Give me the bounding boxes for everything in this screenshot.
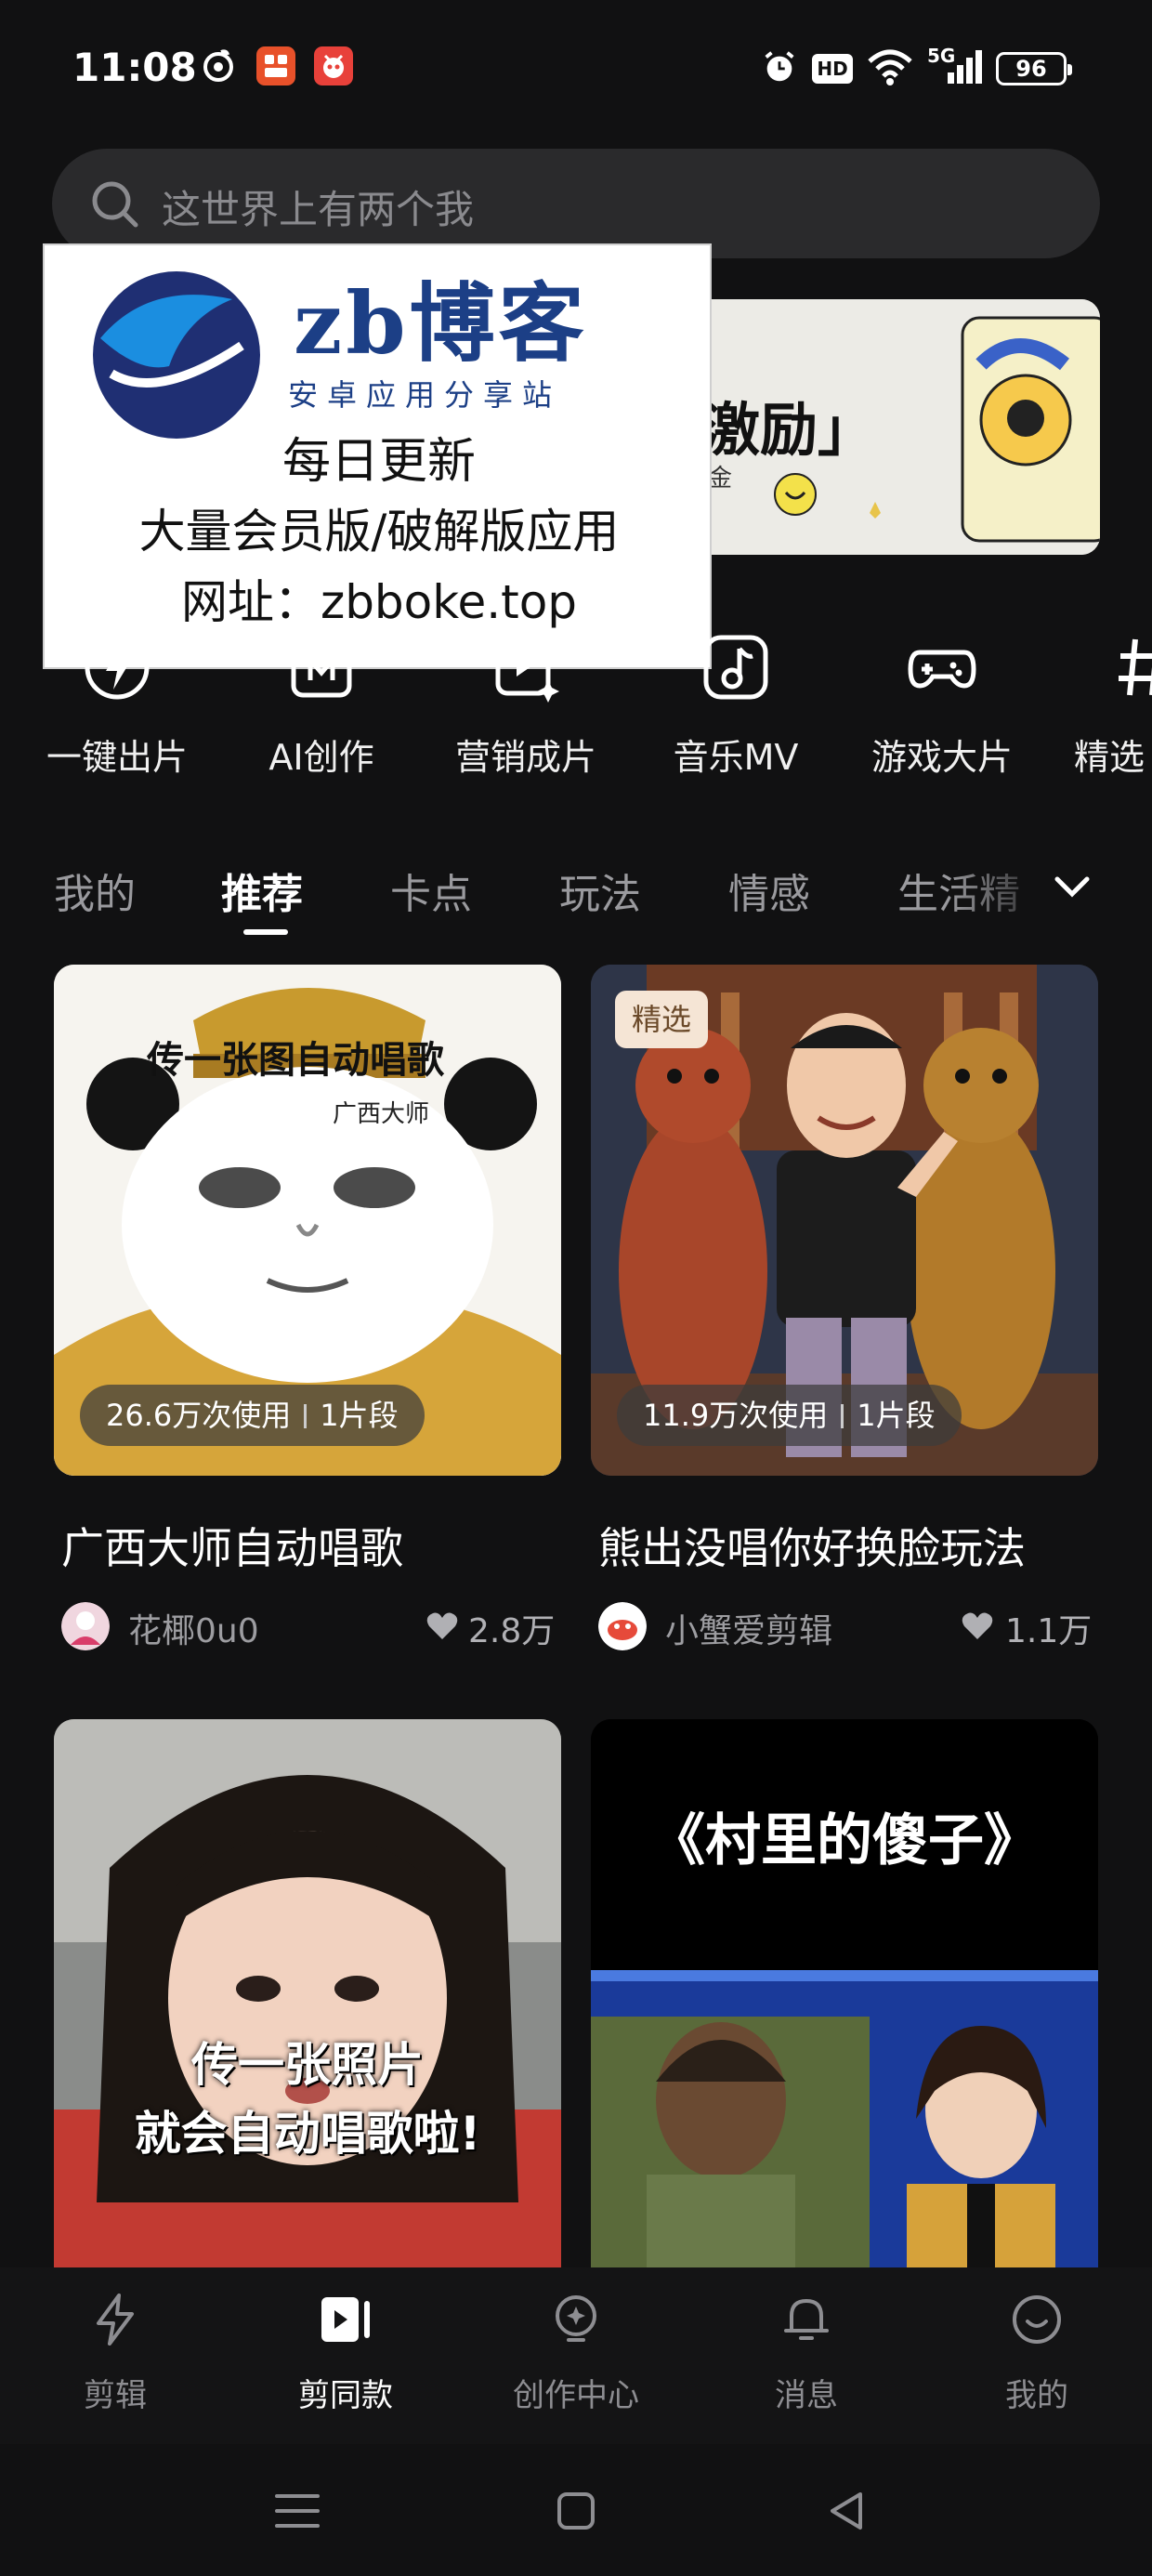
back-triangle-icon[interactable] (819, 2483, 875, 2539)
search-icon (92, 181, 138, 228)
watermark-line-2: 大量会员版/破解版应用 (138, 505, 620, 559)
watermark-tagline: 安卓应用分享站 (288, 377, 562, 413)
bottom-navigation: 剪辑 剪同款 创作中心 消息 我的 (0, 2267, 1152, 2444)
sparkle-video-icon (495, 637, 559, 703)
heart-icon[interactable] (961, 1610, 994, 1643)
watermark-overlay: zb博客 安卓应用分享站 每日更新 大量会员版/破解版应用 网址：zbboke.… (43, 243, 712, 669)
template-card-thumbnail[interactable]: 传一张图自动唱歌 广西大师 26.6万次使用 1片段 (54, 965, 561, 1476)
tab-beat-sync[interactable]: 卡点 (390, 861, 472, 920)
menu-lines-icon[interactable] (269, 2483, 325, 2539)
card-title[interactable]: 广西大师自动唱歌 (61, 1515, 403, 1576)
segment-count: 1片段 (320, 1398, 399, 1433)
bulb-icon (556, 2295, 596, 2342)
chevron-down-icon[interactable] (1050, 864, 1094, 909)
template-card-thumbnail[interactable]: 精选 11.9万次使用 1片段 (591, 965, 1098, 1476)
avatar[interactable] (598, 1602, 647, 1650)
tool-featured[interactable]: 精选 (1044, 632, 1152, 790)
tool-label: 音乐MV (673, 737, 799, 778)
tool-label: 一键出片 (46, 737, 188, 778)
featured-badge: 精选 (615, 991, 709, 1048)
tool-label: 营销成片 (454, 737, 596, 778)
nav-label: 剪同款 (298, 2377, 393, 2414)
battery-indicator: 96 (996, 52, 1072, 85)
author-name[interactable]: 花椰0u0 (128, 1604, 259, 1652)
play-template-icon (321, 2297, 370, 2342)
watermark-line-1: 每日更新 (281, 434, 476, 490)
nav-profile[interactable]: 我的 (922, 2286, 1152, 2425)
status-bar: 11:08 HD 5G 96 (0, 0, 1152, 139)
system-navigation-bar (0, 2444, 1152, 2576)
nav-label: 消息 (775, 2377, 838, 2414)
nav-messages[interactable]: 消息 (691, 2286, 922, 2425)
bell-icon (784, 2299, 829, 2340)
thumbnail-caption: 《村里的傻子》 (649, 1808, 1040, 1873)
card-title[interactable]: 熊出没唱你好换脸玩法 (598, 1515, 1026, 1576)
watermark-line-3: 网址：zbboke.top (180, 575, 578, 629)
status-time: 11:08 (72, 45, 197, 90)
usage-count: 11.9万次使用 (643, 1398, 829, 1433)
netease-music-icon (203, 49, 233, 82)
nav-creator-center[interactable]: 创作中心 (461, 2286, 691, 2425)
nav-label: 剪辑 (84, 2377, 147, 2414)
tool-one-click[interactable]: 一键出片 (15, 632, 219, 790)
author-name[interactable]: 小蟹爱剪辑 (665, 1604, 832, 1652)
nav-edit[interactable]: 剪辑 (0, 2286, 230, 2425)
gamepad-icon (908, 650, 976, 689)
usage-stats: 11.9万次使用 1片段 (617, 1385, 962, 1446)
like-count: 1.1万 (1005, 1612, 1093, 1650)
heart-icon[interactable] (425, 1610, 459, 1643)
zb-logo-icon (93, 271, 260, 439)
lightning-outline-icon (97, 2293, 134, 2346)
nav-label: 创作中心 (513, 2377, 639, 2414)
search-placeholder: 这世界上有两个我 (162, 187, 475, 232)
home-square-icon[interactable] (548, 2483, 604, 2539)
signal-bars-icon (948, 50, 982, 84)
usage-stats: 26.6万次使用 1片段 (80, 1385, 425, 1446)
tool-music-mv[interactable]: 音乐MV (634, 632, 838, 790)
like-count: 2.8万 (468, 1612, 556, 1650)
active-tab-indicator (243, 929, 288, 935)
tab-gameplay[interactable]: 玩法 (559, 861, 641, 920)
avatar[interactable] (61, 1602, 110, 1650)
tool-label: 精选 (1074, 737, 1145, 778)
banner-title: 激励」 (702, 396, 876, 464)
tool-marketing[interactable]: 营销成片 (424, 632, 628, 790)
music-note-icon (703, 635, 768, 700)
hd-badge: HD (812, 54, 853, 84)
tool-label: 游戏大片 (871, 737, 1013, 778)
segment-count: 1片段 (857, 1398, 936, 1433)
smiley-icon (1013, 2295, 1061, 2344)
tab-mine[interactable]: 我的 (54, 861, 136, 920)
search-input[interactable]: 这世界上有两个我 (52, 149, 1100, 258)
girl-selfie-image (54, 1719, 561, 2267)
ai-icon (291, 637, 352, 698)
tab-recommended[interactable]: 推荐 (221, 861, 303, 920)
alarm-clock-icon (765, 51, 794, 82)
pinduoduo-app-icon (314, 46, 353, 85)
nav-label: 我的 (1005, 2377, 1068, 2414)
template-card-thumbnail[interactable]: 传一张照片 就会自动唱歌啦! (54, 1719, 561, 2267)
thumbnail-caption-line-2: 就会自动唱歌啦! (134, 2107, 481, 2161)
tab-emotion[interactable]: 情感 (728, 861, 810, 920)
usage-count: 26.6万次使用 (106, 1398, 292, 1433)
nav-templates[interactable]: 剪同款 (230, 2286, 461, 2425)
tool-game-video[interactable]: 游戏大片 (840, 632, 1044, 790)
tool-label: AI创作 (268, 737, 374, 778)
thumbnail-tag: 广西大师 (333, 1100, 430, 1128)
template-card-thumbnail[interactable]: 《村里的傻子》 (591, 1719, 1098, 2267)
watermark-brand: zb博客 (294, 273, 588, 374)
tool-ai-create[interactable]: AI创作 (219, 632, 424, 790)
thumbnail-caption: 传一张图自动唱歌 (147, 1039, 444, 1082)
hashtag-icon (1119, 638, 1152, 696)
lightning-icon (85, 635, 150, 700)
thumbnail-caption-line-1: 传一张照片 (191, 2038, 424, 2092)
taobao-app-icon (256, 46, 295, 85)
wifi-icon (868, 49, 912, 85)
